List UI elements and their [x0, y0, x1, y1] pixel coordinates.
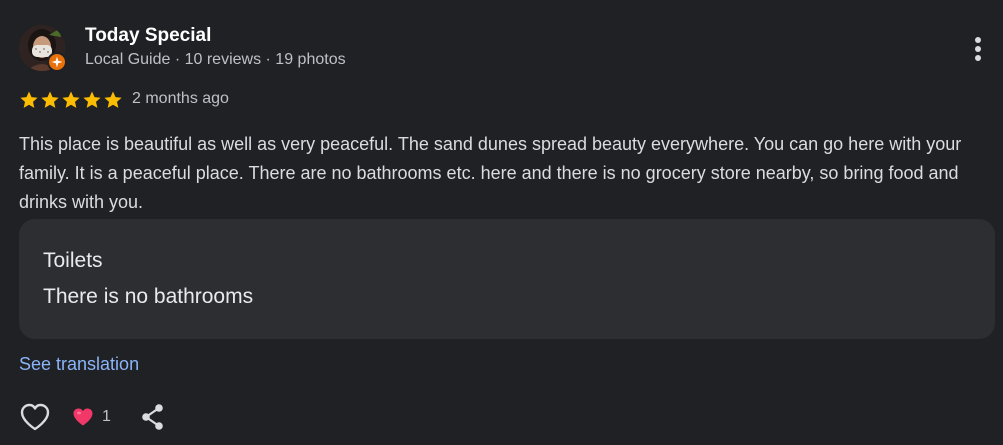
more-vert-icon	[975, 37, 981, 61]
reaction-summary[interactable]: 1	[72, 404, 111, 430]
more-options-button[interactable]	[962, 33, 994, 65]
attribute-card: Toilets There is no bathrooms	[19, 219, 995, 339]
local-guide-icon	[51, 56, 63, 68]
heart-outline-icon	[20, 403, 50, 431]
local-guide-badge	[47, 52, 67, 72]
share-button[interactable]	[139, 402, 167, 432]
star-icon	[20, 91, 38, 108]
review-text: This place is beautiful as well as very …	[19, 134, 962, 212]
review-date: 2 months ago	[132, 90, 229, 107]
attribute-title: Toilets	[43, 249, 103, 272]
star-rating	[19, 89, 123, 111]
share-icon	[142, 404, 163, 430]
review-card: Today Special Local Guide · 10 reviews ·…	[0, 0, 1003, 445]
star-icon	[41, 91, 59, 108]
reaction-count: 1	[102, 408, 111, 425]
author-meta: Local Guide · 10 reviews · 19 photos	[85, 51, 346, 68]
see-translation-link[interactable]: See translation	[19, 354, 139, 375]
heart-filled-icon	[73, 408, 93, 426]
attribute-value: There is no bathrooms	[43, 285, 254, 308]
author-name[interactable]: Today Special	[85, 25, 211, 47]
like-button[interactable]	[19, 402, 51, 432]
star-icon	[62, 91, 80, 108]
star-icon	[83, 91, 101, 108]
star-icon	[104, 91, 122, 108]
